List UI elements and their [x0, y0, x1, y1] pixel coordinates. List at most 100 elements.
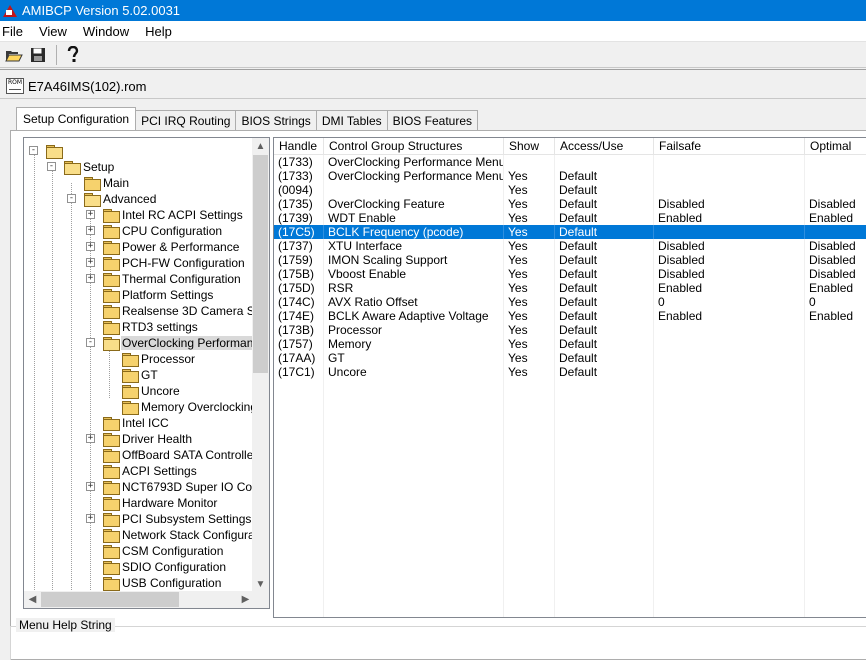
setup-tree[interactable]: - - Setup Main - Advanced + Intel RC ACPI Setti… — [23, 137, 270, 609]
table-row[interactable]: (0094) Yes Default — [274, 183, 866, 197]
table-row[interactable]: (174E) BCLK Aware Adaptive Voltage Yes Defa… — [274, 309, 866, 323]
amibcp-app-icon[interactable] — [2, 4, 18, 18]
expand-icon[interactable]: + — [86, 274, 95, 283]
tree-node[interactable]: Platform Settings — [103, 287, 214, 303]
empty-cell — [654, 589, 805, 603]
collapse-icon[interactable]: - — [86, 338, 95, 347]
table-row[interactable]: (1739) WDT Enable Yes Default Enabled Enabled — [274, 211, 866, 225]
tree-node[interactable]: Setup — [64, 159, 115, 175]
table-row[interactable]: (17C5) BCLK Frequency (pcode) Yes Default — [274, 225, 866, 239]
tree-node[interactable]: Processor — [122, 351, 196, 367]
table-row[interactable]: (1735) OverClocking Feature Yes Default Disa… — [274, 197, 866, 211]
table-row[interactable]: (1759) IMON Scaling Support Yes Default Disa… — [274, 253, 866, 267]
empty-cell — [555, 561, 654, 575]
column-header[interactable]: Access/Use — [555, 138, 654, 155]
tree-node[interactable]: OverClocking Performanc — [103, 335, 261, 351]
table-cell: AVX Ratio Offset — [324, 295, 504, 309]
empty-row — [274, 421, 866, 435]
tab-bios-strings[interactable]: BIOS Strings — [235, 110, 317, 130]
empty-cell — [504, 575, 555, 589]
column-header[interactable]: Show — [504, 138, 555, 155]
tree-node[interactable]: PCI Subsystem Settings — [103, 511, 252, 527]
table-row[interactable]: (174C) AVX Ratio Offset Yes Default 0 0 — [274, 295, 866, 309]
tree-node[interactable]: Hardware Monitor — [103, 495, 218, 511]
tree-node[interactable]: Intel ICC — [103, 415, 170, 431]
expand-icon[interactable]: + — [86, 434, 95, 443]
scroll-left-icon[interactable]: ◀ — [24, 591, 41, 608]
table-row[interactable]: (17AA) GT Yes Default — [274, 351, 866, 365]
tree-node[interactable]: Memory Overclocking — [122, 399, 258, 415]
tree-node[interactable]: PCH-FW Configuration — [103, 255, 246, 271]
tree-node[interactable]: Network Stack Configura — [103, 527, 256, 543]
open-folder-icon[interactable] — [3, 44, 25, 66]
tree-node[interactable]: CPU Configuration — [103, 223, 223, 239]
tree-node[interactable]: Power & Performance — [103, 239, 240, 255]
collapse-icon[interactable]: - — [29, 146, 38, 155]
column-header[interactable]: Failsafe — [654, 138, 805, 155]
control-group-grid[interactable]: Handle Control Group Structures Show Access… — [273, 137, 866, 618]
table-cell: (17C1) — [274, 365, 324, 379]
table-row[interactable]: (1737) XTU Interface Yes Default Disabled Dis… — [274, 239, 866, 253]
column-header[interactable]: Optimal — [805, 138, 866, 155]
menu-file[interactable]: File — [0, 24, 31, 39]
tree-horizontal-scrollbar[interactable]: ◀ ▶ — [24, 591, 254, 608]
expand-icon[interactable]: + — [86, 514, 95, 523]
table-row[interactable]: (175D) RSR Yes Default Enabled Enabled — [274, 281, 866, 295]
tab-setup-configuration[interactable]: Setup Configuration — [16, 107, 137, 130]
table-cell — [654, 323, 805, 337]
tree-node[interactable]: USB Configuration — [103, 575, 222, 591]
tree-node[interactable]: Thermal Configuration — [103, 271, 242, 287]
tree-node[interactable]: Realsense 3D Camera Se — [103, 303, 262, 319]
expand-icon[interactable]: + — [86, 242, 95, 251]
tree-node[interactable]: CSM Configuration — [103, 543, 224, 559]
menu-window[interactable]: Window — [81, 24, 137, 39]
table-row[interactable]: (1757) Memory Yes Default — [274, 337, 866, 351]
expand-icon[interactable]: + — [86, 258, 95, 267]
empty-cell — [504, 379, 555, 393]
tree-node[interactable]: GT — [122, 367, 159, 383]
tree-node[interactable]: SDIO Configuration — [103, 559, 227, 575]
tree-node[interactable] — [46, 143, 66, 159]
table-cell — [654, 337, 805, 351]
tree-node[interactable]: NCT6793D Super IO Con — [103, 479, 260, 495]
table-row[interactable]: (175B) Vboost Enable Yes Default Disabled Dis… — [274, 267, 866, 281]
tree-node[interactable]: ACPI Settings — [103, 463, 198, 479]
tree-node[interactable]: Intel RC ACPI Settings — [103, 207, 244, 223]
tree-node[interactable]: Main — [84, 175, 130, 191]
menu-view[interactable]: View — [37, 24, 75, 39]
table-row[interactable]: (17C1) Uncore Yes Default — [274, 365, 866, 379]
menu-help[interactable]: Help — [143, 24, 180, 39]
expand-icon[interactable]: + — [86, 226, 95, 235]
empty-cell — [274, 505, 324, 519]
tree-vscroll-thumb[interactable] — [253, 155, 268, 373]
table-cell: OverClocking Performance Menu — [324, 169, 504, 183]
collapse-icon[interactable]: - — [67, 194, 76, 203]
tree-node-label: Power & Performance — [122, 240, 240, 254]
expand-icon[interactable]: + — [86, 210, 95, 219]
table-row[interactable]: (173B) Processor Yes Default — [274, 323, 866, 337]
table-cell: Enabled — [654, 281, 805, 295]
table-cell: Enabled — [805, 281, 866, 295]
expand-icon[interactable]: + — [86, 482, 95, 491]
tree-node[interactable]: Uncore — [122, 383, 181, 399]
column-header[interactable]: Control Group Structures — [324, 138, 504, 155]
table-row[interactable]: (1733) OverClocking Performance Menu — [274, 155, 866, 169]
tree-vertical-scrollbar[interactable]: ▲ ▼ — [252, 138, 269, 593]
collapse-icon[interactable]: - — [47, 162, 56, 171]
tree-hscroll-thumb[interactable] — [41, 592, 179, 607]
tree-node[interactable]: Driver Health — [103, 431, 193, 447]
folder-icon — [103, 241, 120, 255]
tree-node[interactable]: RTD3 settings — [103, 319, 199, 335]
tree-node[interactable]: OffBoard SATA Controller — [103, 447, 258, 463]
table-cell: Yes — [504, 309, 555, 323]
column-header[interactable]: Handle — [274, 138, 324, 155]
tab-dmi-tables[interactable]: DMI Tables — [315, 110, 388, 130]
tab-pci-irq-routing[interactable]: PCI IRQ Routing — [135, 110, 237, 130]
tree-node[interactable]: Advanced — [84, 191, 157, 207]
question-mark-icon[interactable] — [62, 44, 84, 66]
save-disk-icon[interactable] — [27, 44, 49, 66]
tab-bios-features[interactable]: BIOS Features — [386, 110, 478, 130]
scroll-up-icon[interactable]: ▲ — [252, 138, 269, 155]
table-row[interactable]: (1733) OverClocking Performance Menu Yes De… — [274, 169, 866, 183]
toolbar — [0, 41, 866, 68]
